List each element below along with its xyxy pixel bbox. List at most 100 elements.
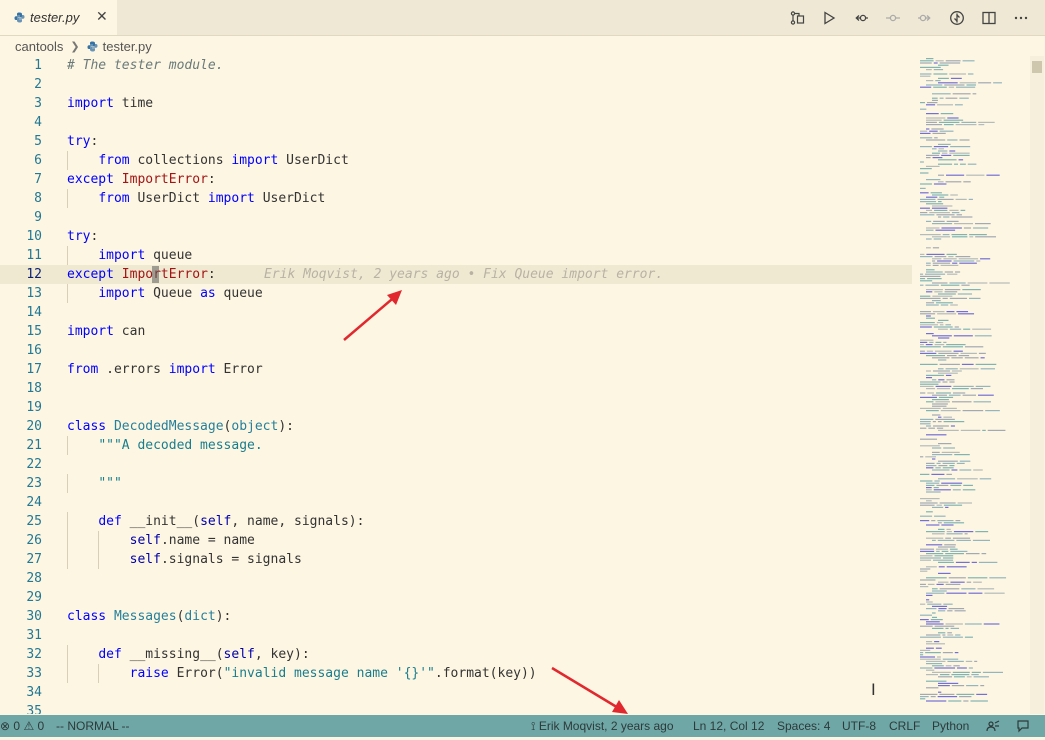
code-text: try: [67,229,99,244]
code-line[interactable]: 17 from .errors import Error [0,360,912,379]
code-text: from UserDict import UserDict [98,191,326,206]
python-file-icon [14,8,25,27]
code-line[interactable]: 24 [0,493,912,512]
line-number: 7 [34,172,42,187]
code-line[interactable]: 6 from collections import UserDict [0,151,912,170]
previous-change-icon[interactable] [851,8,871,28]
code-line[interactable]: 2 [0,75,912,94]
line-number: 4 [34,115,42,130]
code-text: raise Error("invalid message name '{}'".… [129,666,537,681]
line-number: 1 [34,58,42,73]
code-line[interactable]: 10 try: [0,227,912,246]
code-line[interactable]: 35 [0,702,912,714]
code-text: """ [98,476,122,491]
code-line[interactable]: 5 try: [0,132,912,151]
code-line[interactable]: 12 except ImportError: Erik Moqvist, 2 yea… [0,265,912,284]
open-changes-icon[interactable] [787,8,807,28]
code-line[interactable]: 3 import time [0,94,912,113]
line-number: 25 [26,514,42,529]
breadcrumb-folder[interactable]: cantools [15,39,63,54]
code-line[interactable]: 7 except ImportError: [0,170,912,189]
code-line[interactable]: 31 [0,626,912,645]
line-number: 24 [26,495,42,510]
line-number: 27 [26,552,42,567]
line-number: 10 [26,229,42,244]
code-line[interactable]: 8 from UserDict import UserDict [0,189,912,208]
code-text: self.name = name [129,533,255,548]
code-text: class DecodedMessage(object): [67,419,294,434]
notifications-icon[interactable] [1016,715,1030,737]
code-text: def __init__(self, name, signals): [98,514,365,529]
code-line[interactable]: 28 [0,569,912,588]
cursor-position[interactable]: Ln 12, Col 12 [693,715,764,737]
tab-tester-py[interactable]: tester.py ✕ [0,0,117,35]
line-number: 3 [34,96,42,111]
python-file-icon [87,41,98,52]
code-line[interactable]: 19 [0,398,912,417]
code-text: """A decoded message. [98,438,263,453]
code-line[interactable]: 15 import can [0,322,912,341]
editor-actions [787,0,1031,35]
code-line[interactable]: 26 self.name = name [0,531,912,550]
code-text: except ImportError: [67,172,216,187]
scrollbar-thumb[interactable] [1032,61,1042,73]
code-line[interactable]: 16 [0,341,912,360]
code-line[interactable]: 27 self.signals = signals [0,550,912,569]
vim-mode: -- NORMAL -- [56,719,130,733]
code-text: import can [67,324,146,339]
status-bar: ⊗ 0 ⚠ 0 -- NORMAL -- ⟟ Erik Moqvist, 2 y… [0,715,1045,737]
code-text: from collections import UserDict [98,153,349,168]
code-line[interactable]: 25 def __init__(self, name, signals): [0,512,912,531]
problems-indicator[interactable]: ⊗ 0 ⚠ 0 [0,715,44,737]
warning-icon: ⚠ [23,719,35,733]
code-text: import time [67,96,154,111]
line-number: 8 [34,191,42,206]
code-line[interactable]: 9 [0,208,912,227]
code-line[interactable]: 22 [0,455,912,474]
code-editor[interactable]: 1 # The tester module. 2 3 import time 4 5 try:… [0,56,912,714]
code-line[interactable]: 32 def __missing__(self, key): [0,645,912,664]
code-line[interactable]: 30 class Messages(dict): [0,607,912,626]
code-line[interactable]: 11 import queue [0,246,912,265]
code-line[interactable]: 20 class DecodedMessage(object): [0,417,912,436]
code-text: from .errors import Error [67,362,263,377]
git-commit-icon: ⟟ [531,719,536,733]
code-line[interactable]: 13 import Queue as queue [0,284,912,303]
close-icon[interactable]: ✕ [96,9,108,25]
error-icon: ⊗ [0,719,11,733]
line-number: 21 [26,438,42,453]
split-editor-icon[interactable] [979,8,999,28]
code-text: import queue [98,248,193,263]
code-line[interactable]: 1 # The tester module. [0,56,912,75]
code-line[interactable]: 34 [0,683,912,702]
code-line[interactable]: 14 [0,303,912,322]
git-blame-status[interactable]: ⟟ Erik Moqvist, 2 years ago [531,715,674,737]
code-line[interactable]: 33 raise Error("invalid message name '{}… [0,664,912,683]
line-endings[interactable]: CRLF [889,715,920,737]
more-actions-icon[interactable] [1011,8,1031,28]
breadcrumb-file[interactable]: tester.py [103,39,152,54]
encoding[interactable]: UTF-8 [842,715,876,737]
line-number: 18 [26,381,42,396]
code-text: import Queue as queue [98,286,263,301]
code-text: try: [67,134,99,149]
chevron-right-icon: ❯ [70,39,80,53]
code-line[interactable]: 21 """A decoded message. [0,436,912,455]
indentation[interactable]: Spaces: 4 [777,715,830,737]
language-mode[interactable]: Python [932,715,969,737]
feedback-icon[interactable] [986,715,1000,737]
line-number: 14 [26,305,42,320]
code-line[interactable]: 18 [0,379,912,398]
blame-icon[interactable] [883,8,903,28]
code-line[interactable]: 23 """ [0,474,912,493]
line-number: 34 [26,685,42,700]
minimap[interactable] [917,56,1027,714]
vertical-scrollbar[interactable] [1030,56,1044,714]
toggle-blame-icon[interactable] [947,8,967,28]
line-number: 19 [26,400,42,415]
line-number: 28 [26,571,42,586]
code-line[interactable]: 29 [0,588,912,607]
run-icon[interactable] [819,8,839,28]
next-change-icon[interactable] [915,8,935,28]
code-line[interactable]: 4 [0,113,912,132]
